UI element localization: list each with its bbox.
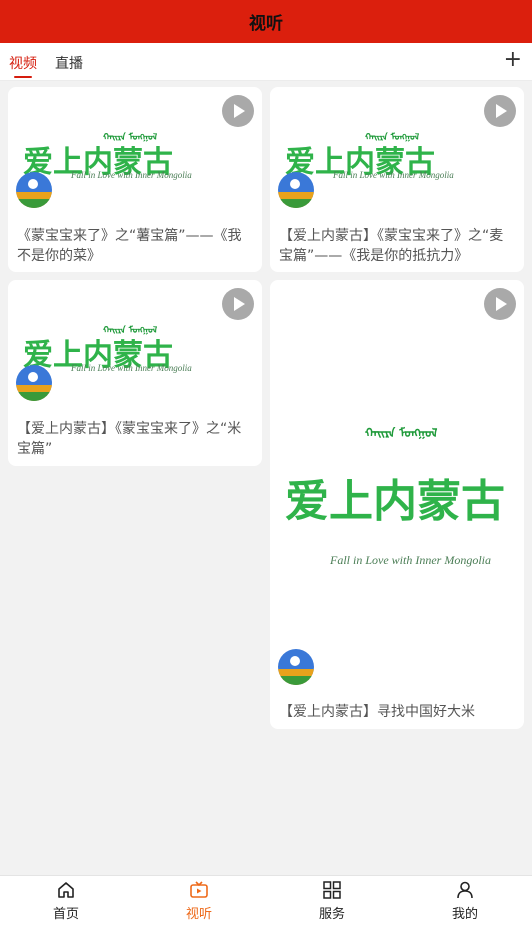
- video-card[interactable]: ᠬᠠᠢᠷᠠ ᠮᠣᠩᠭᠣᠯ 爱上内蒙古 Fall in Love with Inn…: [8, 87, 262, 272]
- avatar: [16, 172, 52, 208]
- video-title[interactable]: 《蒙宝宝来了》之“薯宝篇”——《我不是你的菜》: [17, 226, 253, 266]
- nav-label: 服务: [318, 907, 345, 922]
- nav-label: 视听: [185, 907, 212, 922]
- nav-services[interactable]: 服务: [292, 876, 372, 925]
- plus-icon[interactable]: +: [504, 48, 522, 72]
- play-icon[interactable]: [484, 288, 516, 320]
- video-thumbnail[interactable]: ᠬᠠᠢᠷᠠ ᠮᠣᠩᠭᠣᠯ 爱上内蒙古 Fall in Love with Inn…: [8, 87, 262, 217]
- video-title[interactable]: 【爱上内蒙古】寻找中国好大米: [279, 702, 515, 722]
- play-icon[interactable]: [222, 288, 254, 320]
- video-card[interactable]: ᠬᠠᠢᠷᠠ ᠮᠣᠩᠭᠣᠯ 爱上内蒙古 Fall in Love with Inn…: [8, 280, 262, 466]
- video-thumbnail[interactable]: ᠬᠠᠢᠷᠠ ᠮᠣᠩᠭᠣᠯ 爱上内蒙古 Fall in Love with Inn…: [270, 87, 524, 217]
- love-inner-mongolia-logo: ᠬᠠᠢᠷᠠ ᠮᠣᠩᠭᠣᠯ 爱上内蒙古 Fall in Love with Inn…: [23, 133, 192, 180]
- love-inner-mongolia-logo: ᠬᠠᠢᠷᠠ ᠮᠣᠩᠭᠣᠯ 爱上内蒙古 Fall in Love with Inn…: [285, 426, 505, 567]
- avatar: [278, 649, 314, 685]
- avatar: [278, 172, 314, 208]
- video-card[interactable]: ᠬᠠᠢᠷᠠ ᠮᠣᠩᠭᠣᠯ 爱上内蒙古 Fall in Love with Inn…: [270, 280, 524, 729]
- nav-home[interactable]: 首页: [26, 876, 106, 925]
- grid-icon: [323, 881, 341, 899]
- user-icon: [457, 881, 473, 899]
- nav-mine[interactable]: 我的: [425, 876, 505, 925]
- play-icon[interactable]: [484, 95, 516, 127]
- avatar: [16, 365, 52, 401]
- video-title[interactable]: 【爱上内蒙古】《蒙宝宝来了》之“米宝篇”: [17, 419, 253, 459]
- video-card[interactable]: ᠬᠠᠢᠷᠠ ᠮᠣᠩᠭᠣᠯ 爱上内蒙古 Fall in Love with Inn…: [270, 87, 524, 272]
- tab-live[interactable]: 直播: [55, 53, 83, 73]
- video-thumbnail[interactable]: ᠬᠠᠢᠷᠠ ᠮᠣᠩᠭᠣᠯ 爱上内蒙古 Fall in Love with Inn…: [270, 280, 524, 690]
- love-inner-mongolia-logo: ᠬᠠᠢᠷᠠ ᠮᠣᠩᠭᠣᠯ 爱上内蒙古 Fall in Love with Inn…: [285, 133, 454, 180]
- bottom-nav: 首页 视听 服务 我的: [0, 875, 532, 925]
- love-inner-mongolia-logo: ᠬᠠᠢᠷᠠ ᠮᠣᠩᠭᠣᠯ 爱上内蒙古 Fall in Love with Inn…: [23, 326, 192, 373]
- tab-bar: 视频 直播 +: [0, 43, 532, 81]
- app-header: 视听: [0, 0, 532, 43]
- tab-video[interactable]: 视频: [9, 53, 37, 73]
- video-title[interactable]: 【爱上内蒙古】《蒙宝宝来了》之“麦宝篇”——《我是你的抵抗力》: [279, 226, 515, 266]
- active-tab-indicator: [14, 76, 32, 78]
- nav-label: 我的: [451, 907, 478, 922]
- play-icon[interactable]: [222, 95, 254, 127]
- video-thumbnail[interactable]: ᠬᠠᠢᠷᠠ ᠮᠣᠩᠭᠣᠯ 爱上内蒙古 Fall in Love with Inn…: [8, 280, 262, 410]
- nav-audiovisual[interactable]: 视听: [159, 876, 239, 925]
- nav-label: 首页: [52, 907, 79, 922]
- home-icon: [58, 882, 74, 898]
- page-title: 视听: [249, 14, 283, 34]
- tv-icon: [190, 881, 208, 898]
